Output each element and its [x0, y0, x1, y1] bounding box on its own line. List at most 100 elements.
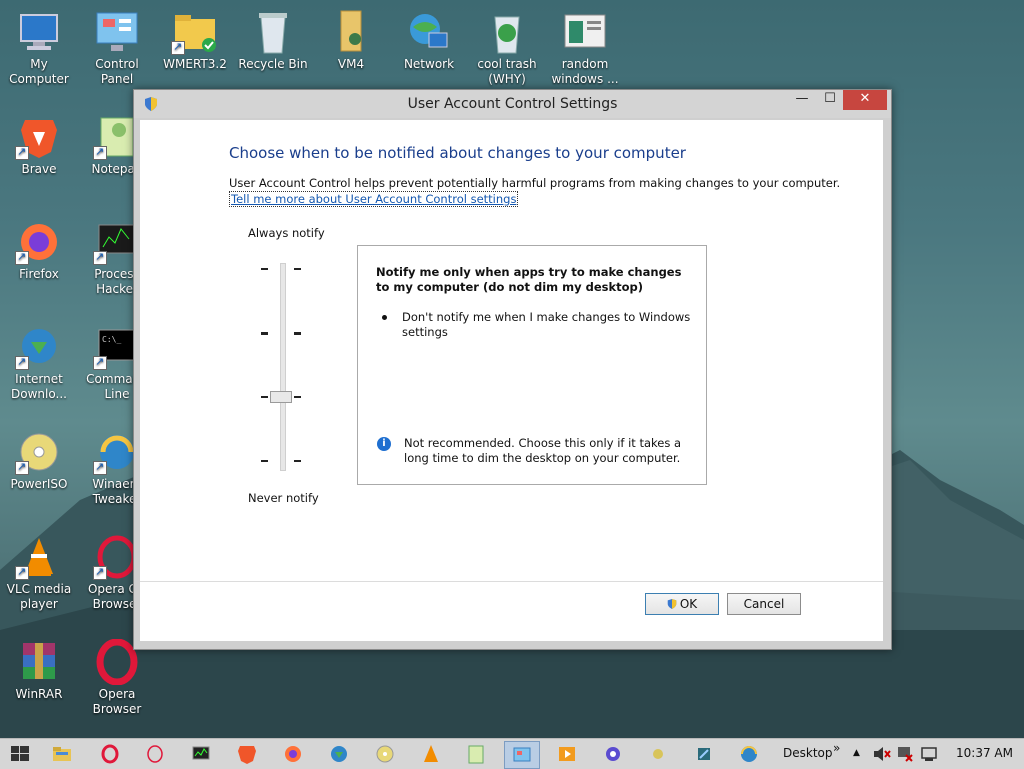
- bullet-icon: [380, 313, 388, 321]
- icon-label: Network: [403, 57, 455, 71]
- cancel-button[interactable]: Cancel: [727, 593, 801, 615]
- desktop-icon-vm4[interactable]: VM4: [313, 3, 389, 72]
- icon-label: PowerISO: [10, 477, 68, 491]
- uac-settings-taskbar-icon[interactable]: [504, 741, 540, 769]
- icon-label: Internet Downlo...: [11, 372, 67, 401]
- info-icon: i: [377, 437, 391, 451]
- start-windows-icon[interactable]: [8, 743, 32, 765]
- desktop-icon-control-panel[interactable]: Control Panel: [79, 3, 155, 87]
- disc-icon: [15, 429, 63, 475]
- icon-label: cool trash (WHY): [477, 57, 537, 86]
- notification-level-thumb[interactable]: [270, 391, 292, 403]
- uac-shield-icon: [667, 599, 677, 609]
- desktop-icon-brave[interactable]: Brave: [1, 108, 77, 177]
- icon-label: Firefox: [19, 267, 59, 281]
- icon-label: WinRAR: [15, 687, 63, 701]
- svg-text:C:\_: C:\_: [102, 335, 121, 344]
- download-manager-taskbar-icon[interactable]: [327, 743, 351, 765]
- winaero-taskbar-icon[interactable]: [737, 743, 761, 765]
- slider-top-label: Always notify: [248, 226, 325, 240]
- desktop-icon-firefox[interactable]: Firefox: [1, 213, 77, 282]
- recycle-bin-full-icon: [483, 9, 531, 55]
- desktop-icon-winrar[interactable]: WinRAR: [1, 633, 77, 702]
- brave-taskbar-icon[interactable]: [235, 743, 259, 765]
- user-folder-icon: [327, 9, 375, 55]
- icon-label: random windows ...: [551, 57, 619, 86]
- tray-chevron-icon[interactable]: ▲: [853, 748, 860, 758]
- description-text: User Account Control helps prevent poten…: [229, 176, 841, 190]
- icon-label: Control Panel: [95, 57, 139, 86]
- desktop-icon-recycle-bin[interactable]: Recycle Bin: [235, 3, 311, 72]
- maximize-button[interactable]: ☐: [816, 90, 844, 110]
- settings-gear-taskbar-icon[interactable]: [601, 743, 625, 765]
- desktop-icon-vlc[interactable]: VLC media player: [1, 528, 77, 612]
- slider-tick: [261, 396, 268, 398]
- desktop-icon-network[interactable]: Network: [391, 3, 467, 72]
- desktop-icon-my-computer[interactable]: My Computer: [1, 3, 77, 87]
- minimize-button[interactable]: —: [788, 90, 816, 110]
- toolbar-overflow-icon[interactable]: »: [833, 741, 840, 755]
- desktop-icon-poweriso[interactable]: PowerISO: [1, 423, 77, 492]
- desktop-icon-cool-trash[interactable]: cool trash (WHY): [469, 3, 545, 87]
- opera-taskbar-icon[interactable]: [98, 743, 122, 765]
- process-hacker-taskbar-icon[interactable]: [189, 743, 213, 765]
- window-icon: [561, 9, 609, 55]
- desktop-icon-random-windows[interactable]: random windows ...: [547, 3, 623, 87]
- slider-tick: [294, 396, 301, 398]
- ok-label: OK: [679, 597, 698, 611]
- icon-label: Recycle Bin: [238, 57, 308, 71]
- ok-button[interactable]: OK: [645, 593, 719, 615]
- notepad-taskbar-icon[interactable]: [464, 743, 488, 765]
- icon-label: WMERT3.2: [163, 57, 227, 71]
- icon-label: VLC media player: [6, 582, 72, 611]
- folder-icon: [171, 9, 219, 55]
- control-panel-icon: [93, 9, 141, 55]
- notification-level-track[interactable]: [280, 263, 286, 471]
- slider-tick: [261, 460, 268, 462]
- clock[interactable]: 10:37 AM: [956, 746, 1013, 760]
- slider-bottom-label: Never notify: [248, 491, 319, 505]
- network-disconnected-icon[interactable]: [895, 743, 915, 765]
- desktop-toolbar-label[interactable]: Desktop: [783, 746, 833, 760]
- file-explorer-icon[interactable]: [50, 743, 74, 765]
- close-button[interactable]: ✕: [843, 90, 887, 110]
- icon-label: Brave: [21, 162, 57, 176]
- computer-icon: [15, 9, 63, 55]
- media-player-taskbar-icon[interactable]: [555, 743, 579, 765]
- slider-tick: [294, 460, 301, 462]
- level-title: Notify me only when apps try to make cha…: [376, 265, 682, 294]
- winrar-icon: [15, 639, 63, 685]
- vlc-taskbar-icon[interactable]: [419, 743, 443, 765]
- footer-divider: [140, 581, 883, 582]
- brave-icon: [15, 114, 63, 160]
- desktop-icon-wmert[interactable]: WMERT3.2: [157, 3, 233, 72]
- uac-settings-window: User Account Control Settings — ☐ ✕ Choo…: [133, 89, 892, 650]
- icon-label: Opera Browser: [92, 687, 142, 716]
- window-title: User Account Control Settings: [407, 96, 618, 112]
- action-center-icon[interactable]: [919, 743, 939, 765]
- icon-label: My Computer: [9, 57, 69, 86]
- app-taskbar-icon[interactable]: [646, 743, 670, 765]
- firefox-taskbar-icon[interactable]: [281, 743, 305, 765]
- taskbar: Desktop » ▲ 10:37 AM: [0, 738, 1024, 769]
- window-content: Choose when to be notified about changes…: [140, 120, 883, 641]
- volume-muted-icon[interactable]: [871, 743, 891, 765]
- page-heading: Choose when to be notified about changes…: [229, 144, 686, 162]
- desktop-icon-internet-download[interactable]: Internet Downlo...: [1, 318, 77, 402]
- opera-gx-taskbar-icon[interactable]: [143, 743, 167, 765]
- level-description-box: Notify me only when apps try to make cha…: [357, 245, 707, 485]
- learn-more-link[interactable]: Tell me more about User Account Control …: [229, 191, 519, 207]
- slider-tick: [261, 268, 268, 270]
- slider-tick: [294, 268, 301, 270]
- vlc-icon: [15, 534, 63, 580]
- level-bullet-text: Don't notify me when I make changes to W…: [402, 310, 691, 339]
- icon-label: VM4: [337, 57, 365, 71]
- level-note-text: Not recommended. Choose this only if it …: [404, 436, 682, 465]
- network-icon: [405, 9, 453, 55]
- poweriso-taskbar-icon[interactable]: [373, 743, 397, 765]
- tool-taskbar-icon[interactable]: [692, 743, 716, 765]
- slider-tick: [294, 332, 301, 335]
- recycle-bin-icon: [249, 9, 297, 55]
- slider-tick: [261, 332, 268, 335]
- title-bar[interactable]: User Account Control Settings — ☐ ✕: [134, 90, 891, 118]
